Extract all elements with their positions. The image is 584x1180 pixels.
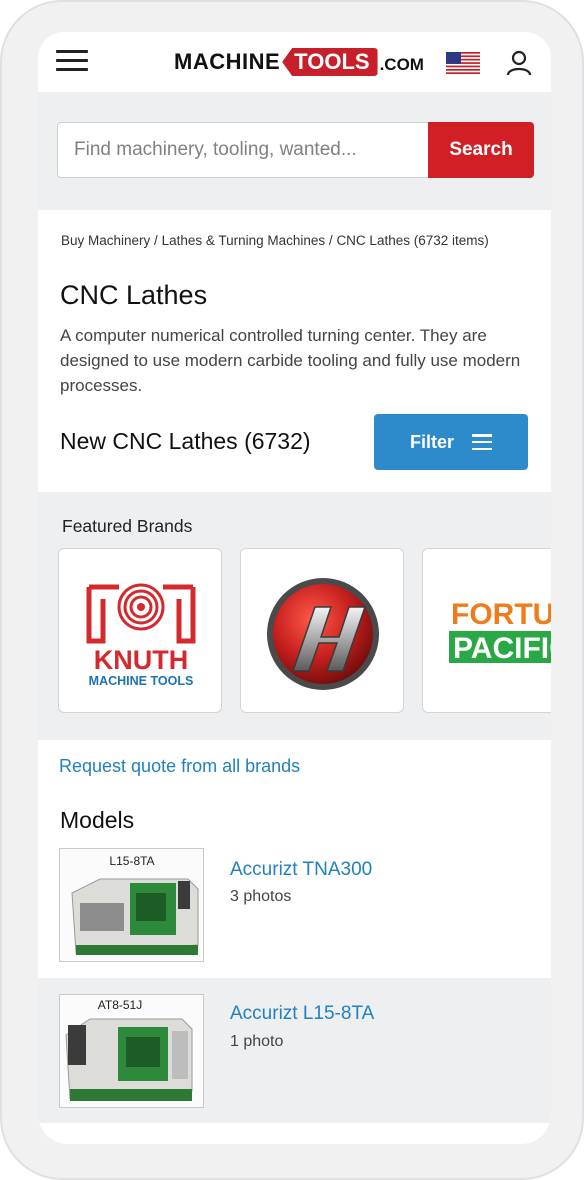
breadcrumb-lathes[interactable]: Lathes & Turning Machines	[162, 233, 326, 248]
site-logo[interactable]: MACHINE TOOLS .COM	[174, 47, 424, 77]
knuth-text: KNUTH	[94, 645, 189, 675]
filter-menu-icon	[472, 434, 492, 450]
site-header: MACHINE TOOLS .COM	[38, 32, 551, 92]
model-name[interactable]: Accurizt TNA300	[230, 859, 372, 881]
search-button[interactable]: Search	[428, 122, 534, 178]
thumb-label: AT8-51J	[98, 998, 142, 1012]
breadcrumb-buy-machinery[interactable]: Buy Machinery	[61, 233, 150, 248]
new-listing-count: New CNC Lathes (6732)	[60, 428, 311, 454]
model-photo-count: 1 photo	[230, 1033, 284, 1050]
logo-text-machine: MACHINE	[174, 49, 281, 74]
model-photo-count: 3 photos	[230, 888, 292, 905]
brand-card-haas[interactable]	[240, 548, 404, 713]
featured-brands-title: Featured Brands	[62, 516, 193, 536]
filter-button[interactable]: Filter	[374, 414, 528, 470]
menu-icon[interactable]	[56, 50, 88, 74]
model-row[interactable]: L15-8TA Accurizt TNA300 3 photos	[38, 833, 551, 978]
featured-brands: Featured Brands KNUTH MACHINE TOOLS FORT…	[38, 492, 551, 740]
models-title: Models	[60, 807, 135, 833]
model-row[interactable]: AT8-51J Accurizt L15-8TA 1 photo	[38, 978, 551, 1123]
filter-label: Filter	[409, 431, 454, 452]
us-flag-icon[interactable]	[446, 52, 480, 74]
brand-card-fortune-pacific[interactable]: FORTUNE PACIFIC	[422, 548, 551, 713]
device-frame: MACHINE TOOLS .COM Se	[0, 0, 584, 1180]
model-thumbnail[interactable]: AT8-51J	[59, 994, 204, 1108]
model-thumbnail[interactable]: L15-8TA	[59, 848, 204, 962]
category-section: Buy Machinery / Lathes & Turning Machine…	[38, 212, 551, 492]
breadcrumb: Buy Machinery / Lathes & Turning Machine…	[61, 233, 489, 248]
page-title: CNC Lathes	[60, 280, 208, 310]
logo-text-com: .COM	[379, 55, 424, 74]
haas-logo	[267, 578, 379, 690]
search-bar: Search	[38, 92, 551, 210]
breadcrumb-separator: /	[150, 233, 162, 248]
search-input[interactable]	[57, 122, 429, 178]
logo-text-tools: TOOLS	[282, 48, 378, 76]
request-quote-link[interactable]: Request quote from all brands	[59, 756, 300, 777]
breadcrumb-separator: /	[325, 233, 337, 248]
category-description: A computer numerical controlled turning …	[60, 326, 521, 395]
model-name[interactable]: Accurizt L15-8TA	[230, 1003, 374, 1025]
breadcrumb-cnc-lathes[interactable]: CNC Lathes (6732 items)	[336, 233, 488, 248]
knuth-subtext: MACHINE TOOLS	[89, 674, 194, 688]
fortune-pacific-logo: FORTUNE PACIFIC	[449, 598, 551, 665]
user-account-icon[interactable]	[506, 50, 532, 76]
thumb-label: L15-8TA	[109, 854, 154, 868]
screen: MACHINE TOOLS .COM Se	[38, 32, 551, 1144]
brand-card-knuth[interactable]: KNUTH MACHINE TOOLS	[58, 548, 222, 713]
pacific-text: PACIFIC	[453, 632, 551, 665]
knuth-logo: KNUTH MACHINE TOOLS	[86, 583, 196, 688]
fortune-text: FORTUNE	[451, 598, 551, 631]
